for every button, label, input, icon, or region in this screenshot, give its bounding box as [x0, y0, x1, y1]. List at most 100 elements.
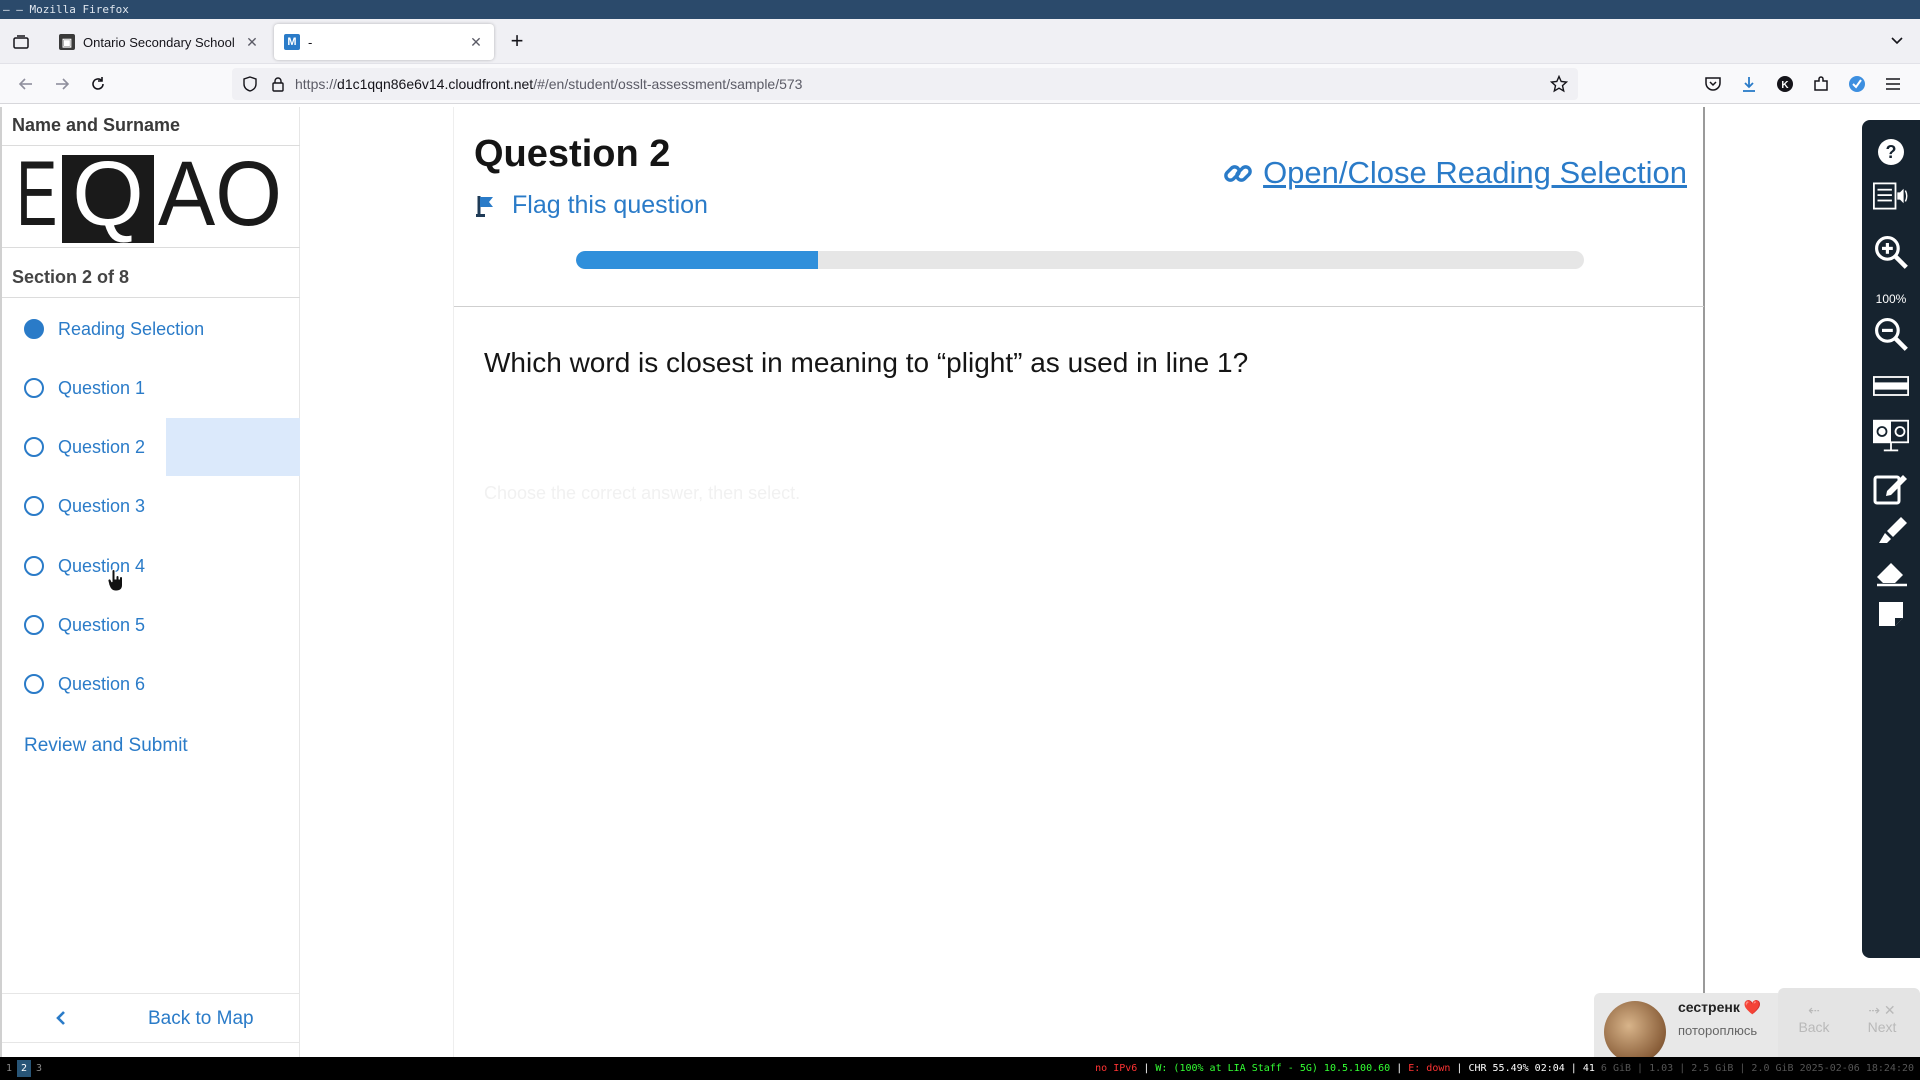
zoom-level: 100% — [1875, 292, 1907, 306]
logo-letter-e: E — [16, 155, 56, 245]
navigation-bar: https://d1c1qqn86e6v14.cloudfront.net/#/… — [0, 64, 1920, 104]
divider — [2, 145, 300, 146]
tab-active[interactable]: M - ✕ — [274, 24, 494, 60]
url-bar[interactable]: https://d1c1qqn86e6v14.cloudfront.net/#/… — [232, 68, 1578, 100]
next-label: Next — [1867, 1019, 1897, 1035]
tab-title: Ontario Secondary School — [83, 34, 235, 50]
m-favicon-icon: M — [284, 34, 300, 50]
zoom-out-icon[interactable] — [1873, 316, 1909, 352]
back-button[interactable]: ⇠ Back — [1784, 1002, 1844, 1035]
arrow-right-icon: ⇢ ✕ — [1868, 1002, 1896, 1018]
chevron-down-icon[interactable] — [1888, 32, 1906, 50]
sidebar-item-question-3[interactable]: Question 3 — [2, 477, 300, 535]
eraser-icon[interactable] — [1873, 554, 1909, 590]
flag-question-button[interactable]: Flag this question — [476, 191, 708, 220]
wifi-status: W: (100% at LIA Staff - 5G) 10.5.100.60 — [1155, 1063, 1391, 1074]
sidebar-item-label: Question 1 — [58, 377, 146, 398]
close-tab-icon[interactable]: ✕ — [468, 34, 484, 51]
help-icon[interactable]: ? — [1873, 134, 1909, 170]
svg-text:K: K — [1781, 80, 1789, 91]
ipv6-status: no IPv6 — [1095, 1063, 1138, 1074]
accessibility-toolbar: ? 100% — [1862, 120, 1920, 958]
question-panel: Question 2 Flag this question Open/Close… — [453, 107, 1705, 1057]
close-tab-icon[interactable]: ✕ — [244, 34, 260, 51]
eqao-logo: E Q AO — [16, 143, 286, 245]
sidebar-item-question-4[interactable]: Question 4 — [2, 537, 300, 595]
ethernet-status: E: down — [1408, 1063, 1451, 1074]
tab-title: - — [308, 34, 313, 50]
sidebar-item-question-1[interactable]: Question 1 — [2, 359, 300, 417]
reload-icon[interactable] — [86, 72, 110, 96]
extensions-icon[interactable] — [1808, 72, 1834, 96]
line-reader-icon[interactable] — [1873, 368, 1909, 404]
tab-list-icon[interactable] — [10, 31, 32, 53]
text-to-speech-icon[interactable] — [1873, 178, 1909, 214]
question-title: Question 2 — [474, 133, 671, 175]
sidebar-item-question-6[interactable]: Question 6 — [2, 655, 300, 713]
open-close-reading-link[interactable]: Open/Close Reading Selection — [1223, 155, 1687, 191]
new-tab-icon[interactable]: + — [505, 30, 529, 54]
avatar — [1604, 1001, 1666, 1063]
logo-letter-q: Q — [72, 155, 144, 245]
highlighter-icon[interactable] — [1873, 512, 1909, 548]
radio-icon — [24, 378, 44, 398]
completed-radio-icon — [24, 319, 44, 339]
notification-title: сестренк ❤️ — [1678, 999, 1762, 1015]
arrow-left-icon: ⇠ — [1808, 1002, 1820, 1018]
workspace-3[interactable]: 3 — [32, 1060, 46, 1077]
status-blocks: no IPv6 | W: (100% at LIA Staff - 5G) 10… — [1095, 1063, 1914, 1074]
faded-hint: Choose the correct answer, then select. — [484, 483, 801, 503]
extension-blue-icon[interactable] — [1844, 72, 1870, 96]
menu-icon[interactable] — [1880, 72, 1906, 96]
datetime-status: 2025-02-06 18:24:20 — [1799, 1063, 1914, 1074]
back-to-map-button[interactable]: Back to Map — [2, 993, 300, 1043]
sidebar-item-reading-selection[interactable]: Reading Selection — [2, 300, 300, 358]
sidebar-item-question-5[interactable]: Question 5 — [2, 596, 300, 654]
review-and-submit-link[interactable]: Review and Submit — [24, 735, 188, 757]
radio-icon — [24, 556, 44, 576]
back-label: Back — [1798, 1019, 1830, 1035]
workspace-2[interactable]: 2 — [17, 1060, 31, 1077]
url-path: /#/en/student/osslt-assessment/sample/57… — [533, 76, 803, 92]
sidebar-item-question-2[interactable]: Question 2 — [2, 418, 300, 476]
sidebar-item-label: Question 4 — [58, 555, 146, 576]
pocket-icon[interactable] — [1700, 72, 1726, 96]
osslt-favicon-icon: ▣ — [59, 34, 75, 50]
student-name: Name and Surname — [12, 115, 181, 135]
forward-arrow-icon[interactable] — [50, 72, 74, 96]
question-pager: ⇠ Back ⇢ ✕ Next — [1778, 988, 1920, 1058]
downloads-icon[interactable] — [1736, 72, 1762, 96]
radio-icon — [24, 496, 44, 516]
back-arrow-icon[interactable] — [14, 72, 38, 96]
lock-icon[interactable] — [270, 76, 286, 92]
system-status-bar: 1 2 3 no IPv6 | W: (100% at LIA Staff - … — [0, 1057, 1920, 1080]
url-prefix: https:// — [295, 76, 338, 92]
flag-question-label: Flag this question — [512, 191, 708, 219]
window-title: – – Mozilla Firefox — [0, 0, 1920, 19]
divider — [2, 297, 300, 298]
tracking-shield-icon[interactable] — [242, 76, 258, 92]
browser-toolbar: K — [1700, 72, 1906, 96]
url-text[interactable]: https://d1c1qqn86e6v14.cloudfront.net/#/… — [295, 68, 802, 100]
battery-status: CHR 55.49% 02:04 — [1468, 1063, 1565, 1074]
notepad-icon[interactable] — [1873, 470, 1909, 506]
sidebar-item-label: Reading Selection — [58, 318, 205, 339]
bookmark-star-icon[interactable] — [1549, 74, 1569, 93]
progress-fill — [576, 251, 818, 269]
logo-letters-ao: AO — [158, 155, 282, 245]
sidebar-item-label: Question 6 — [58, 673, 146, 694]
assessment-sidebar: Name and Surname E Q AO Section 2 of 8 R… — [0, 107, 300, 1057]
sticky-note-icon[interactable] — [1873, 596, 1909, 632]
workspace-1[interactable]: 1 — [2, 1060, 16, 1077]
next-button[interactable]: ⇢ ✕ Next — [1852, 1002, 1912, 1035]
chat-notification[interactable]: сестренк ❤️ потороплюсь — [1594, 993, 1778, 1063]
link-icon — [1224, 165, 1252, 182]
memory-status: 6 GiB | 1.03 | 2.5 GiB | 2.0 GiB — [1600, 1063, 1794, 1074]
contrast-icon[interactable] — [1873, 418, 1909, 454]
sidebar-item-label: Question 3 — [58, 495, 146, 516]
account-k-icon[interactable]: K — [1772, 72, 1798, 96]
zoom-in-icon[interactable] — [1873, 234, 1909, 270]
svg-text:?: ? — [1886, 142, 1897, 162]
tab-ontario[interactable]: ▣ Ontario Secondary School ✕ — [49, 24, 270, 60]
progress-bar — [576, 251, 1584, 269]
